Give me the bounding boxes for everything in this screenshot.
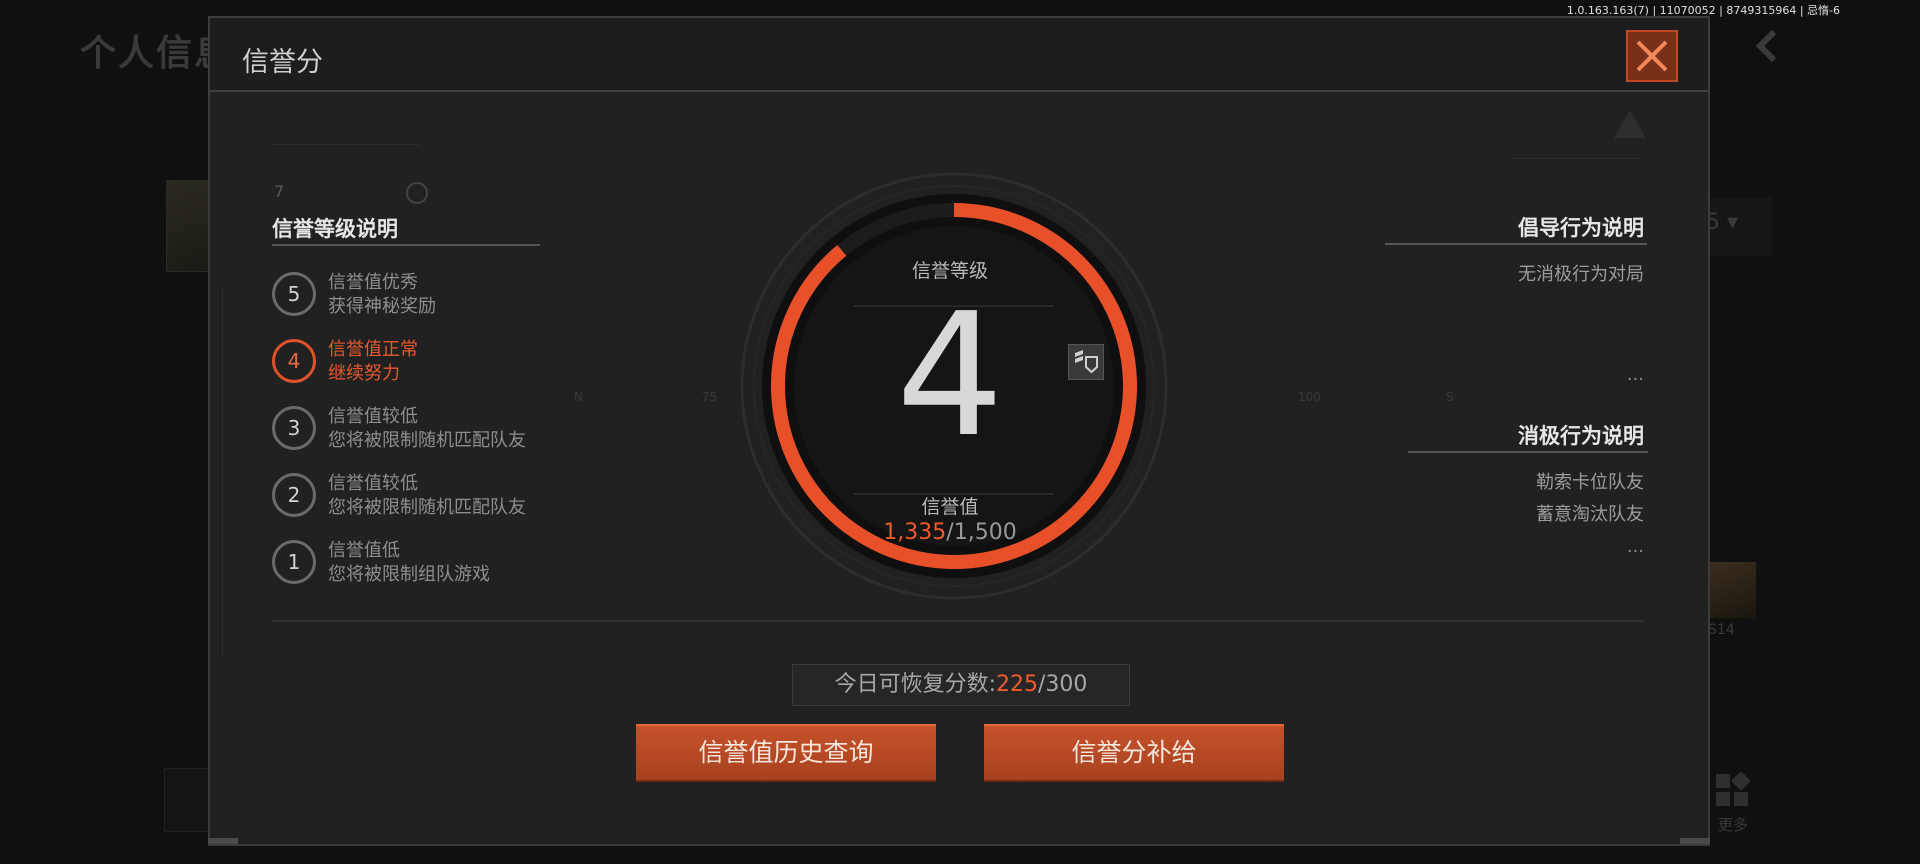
- recover-current: 225: [996, 672, 1038, 697]
- deco-vertical-rule: [222, 288, 223, 658]
- negative-heading-rule: [1408, 451, 1648, 453]
- level-circle: 2: [272, 473, 316, 517]
- guide-item: 无消极行为对局: [1518, 264, 1644, 285]
- level-row-3: 3 信誉值较低 您将被限制随机匹配队友: [272, 402, 592, 456]
- level-description: 您将被限制组队游戏: [328, 564, 490, 585]
- gauge-max-value: 1,500: [953, 520, 1017, 545]
- level-title: 信誉值较低: [328, 406, 418, 427]
- gauge-current-value: 1,335: [883, 520, 947, 545]
- back-arrow-icon[interactable]: [1752, 28, 1780, 64]
- level-circle: 1: [272, 540, 316, 584]
- guide-ellipsis[interactable]: ...: [1627, 364, 1644, 385]
- level-description: 您将被限制随机匹配队友: [328, 430, 526, 451]
- deco-scale-100: 100: [1298, 390, 1321, 404]
- background-item-image: [1710, 562, 1756, 618]
- history-query-button[interactable]: 信誉值历史查询: [636, 724, 936, 782]
- more-grid-icon: [1716, 772, 1750, 806]
- level-description: 获得神秘奖励: [328, 296, 436, 317]
- level-description: 您将被限制随机匹配队友: [328, 497, 526, 518]
- negative-ellipsis[interactable]: ...: [1627, 536, 1644, 557]
- negative-heading: 消极行为说明: [1518, 424, 1644, 448]
- close-button[interactable]: [1626, 30, 1678, 82]
- close-icon: [1636, 40, 1668, 72]
- background-more-label: 更多: [1718, 816, 1749, 834]
- level-title: 信誉值优秀: [328, 272, 418, 293]
- globe-icon: [406, 182, 428, 204]
- section-divider: [272, 620, 1644, 622]
- credit-score-modal: 信誉分 7 N 75 100 S 信誉等级说明 5 信誉值优秀 获得神秘奖励 4…: [208, 16, 1710, 846]
- modal-header: 信誉分: [210, 18, 1708, 92]
- recover-max: 300: [1045, 672, 1088, 697]
- recover-label: 今日可恢复分数:: [834, 672, 996, 697]
- deco-scale-s: S: [1446, 390, 1454, 404]
- deco-corner-number: 7: [274, 182, 285, 201]
- negative-item: 勒索卡位队友: [1536, 472, 1644, 493]
- level-circle: 4: [272, 339, 316, 383]
- gauge-value-label: 信誉值: [921, 496, 979, 518]
- level-row-2: 2 信誉值较低 您将被限制随机匹配队友: [272, 469, 592, 523]
- level-circle: 5: [272, 272, 316, 316]
- deco-line-right: [1510, 158, 1640, 159]
- corner-mark-left: [208, 838, 238, 844]
- level-description: 继续努力: [328, 363, 400, 384]
- score-supply-button[interactable]: 信誉分补给: [984, 724, 1284, 782]
- warning-triangle-icon: [1614, 110, 1646, 138]
- gauge-separator: /: [946, 520, 954, 545]
- level-row-4: 4 信誉值正常 继续努力: [272, 335, 592, 389]
- level-title: 信誉值低: [328, 540, 400, 561]
- guide-heading: 倡导行为说明: [1518, 216, 1644, 240]
- gauge-value: 1,335/1,500: [830, 520, 1070, 545]
- levels-heading-rule: [272, 244, 540, 246]
- rank-badge-icon: [1068, 344, 1104, 380]
- negative-item: 蓄意淘汰队友: [1536, 504, 1644, 525]
- level-title: 信誉值较低: [328, 473, 418, 494]
- deco-line: [270, 144, 420, 145]
- gauge-level-number: 4: [895, 277, 1005, 475]
- level-row-1: 1 信誉值低 您将被限制组队游戏: [272, 536, 592, 590]
- level-row-5: 5 信誉值优秀 获得神秘奖励: [272, 268, 592, 322]
- levels-heading: 信誉等级说明: [272, 217, 398, 241]
- corner-mark-right: [1680, 838, 1710, 844]
- modal-title: 信誉分: [242, 47, 323, 78]
- deco-scale-75: 75: [702, 390, 718, 404]
- daily-recover-box: 今日可恢复分数:225/300: [792, 664, 1130, 706]
- level-title: 信誉值正常: [328, 339, 418, 360]
- level-circle: 3: [272, 406, 316, 450]
- guide-heading-rule: [1385, 243, 1647, 245]
- background-item-label: S14: [1708, 622, 1735, 638]
